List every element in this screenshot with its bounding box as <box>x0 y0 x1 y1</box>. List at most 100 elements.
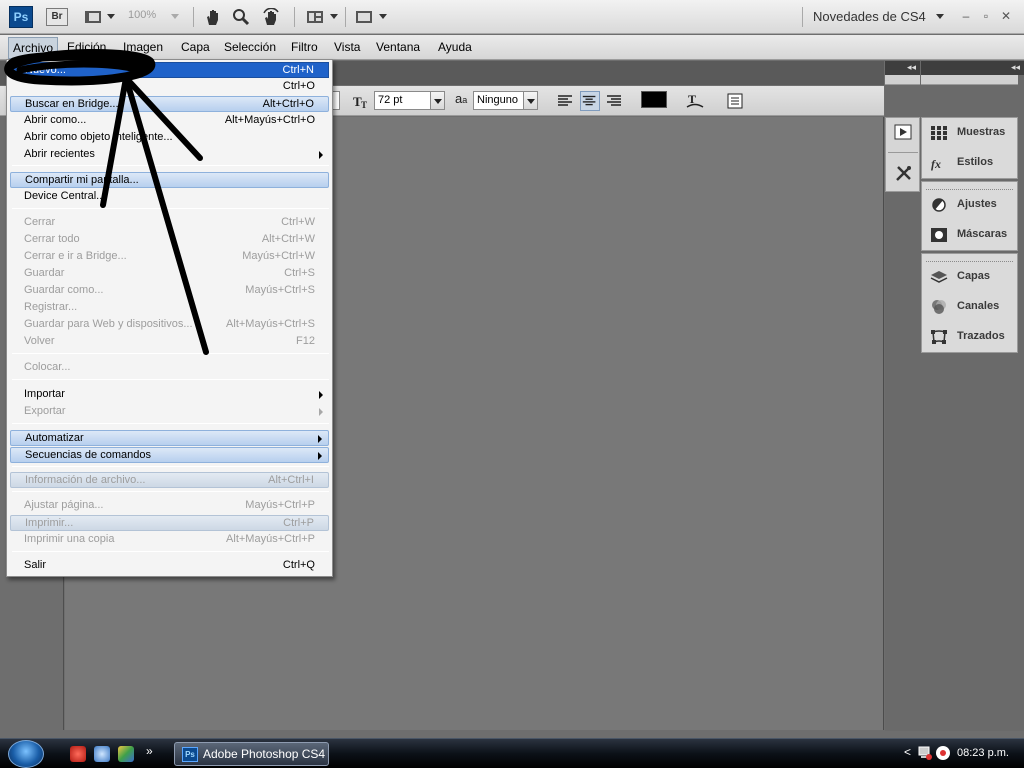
panel-trazados[interactable]: Trazados <box>922 322 1017 352</box>
arrange-dropdown-icon[interactable] <box>330 14 338 19</box>
menu-item-device-central[interactable]: Device Central... <box>10 189 329 205</box>
menu-item-cerrar-e-ir-a-bridge[interactable]: Cerrar e ir a Bridge... Mayús+Ctrl+W <box>10 249 329 265</box>
antialias-field[interactable]: Ninguno <box>473 91 524 110</box>
menu-item-ajustar-pagina[interactable]: Ajustar página... Mayús+Ctrl+P <box>10 498 329 514</box>
menu-item-abrir-como[interactable]: Abrir como... Alt+Mayús+Ctrl+O <box>10 113 329 129</box>
launch-bridge-button[interactable]: Br <box>46 8 68 26</box>
volume-icon[interactable] <box>935 745 951 761</box>
rotate-view-tool-icon[interactable] <box>262 8 280 26</box>
menu-item-colocar[interactable]: Colocar... <box>10 360 329 376</box>
taskbar-clock[interactable]: 08:23 p.m. <box>957 747 1009 759</box>
menu-filtro[interactable]: Filtro <box>291 40 318 54</box>
menu-item-abrir-recientes[interactable]: Abrir recientes <box>10 147 329 163</box>
panel-label: Canales <box>957 300 1000 312</box>
submenu-arrow-icon <box>319 391 323 399</box>
submenu-arrow-icon <box>318 452 322 460</box>
separator <box>12 165 329 166</box>
menu-item-buscar-en-bridge[interactable]: Buscar en Bridge... Alt+Ctrl+O <box>10 96 329 112</box>
layers-icon <box>930 271 948 283</box>
menu-item-imprimir-una-copia[interactable]: Imprimir una copia Alt+Mayús+Ctrl+P <box>10 532 329 548</box>
hand-tool-icon[interactable] <box>204 8 222 26</box>
arrange-documents-icon[interactable] <box>306 8 324 26</box>
menu-item-automatizar[interactable]: Automatizar <box>10 430 329 446</box>
menu-item-imprimir[interactable]: Imprimir... Ctrl+P <box>10 515 329 531</box>
menu-item-registrar[interactable]: Registrar... <box>10 300 329 316</box>
menu-item-compartir-mi-pantalla[interactable]: Compartir mi pantalla... <box>10 172 329 188</box>
align-left-icon[interactable] <box>556 91 576 111</box>
menu-bar: Archivo Edición Imagen Capa Selección Fi… <box>0 35 1024 60</box>
adjustments-icon <box>932 198 946 212</box>
workspace-dropdown-icon[interactable] <box>936 14 944 19</box>
close-button[interactable]: ✕ <box>998 9 1014 23</box>
menu-imagen[interactable]: Imagen <box>123 40 163 54</box>
menu-archivo[interactable]: Archivo <box>8 37 59 59</box>
menu-item-nuevo[interactable]: Nuevo... Ctrl+N <box>10 62 329 78</box>
screen-mode-icon[interactable] <box>355 8 373 26</box>
menu-item-informacion-de-archivo[interactable]: Información de archivo... Alt+Ctrl+I <box>10 472 329 488</box>
menu-item-cerrar[interactable]: Cerrar Ctrl+W <box>10 215 329 231</box>
masks-icon <box>931 228 947 242</box>
menu-item-abrir-como-objeto-inteligente[interactable]: Abrir como objeto inteligente... <box>10 130 329 146</box>
panel-muestras[interactable]: Muestras <box>922 118 1017 148</box>
separator <box>12 491 329 492</box>
panel-capas[interactable]: Capas <box>922 262 1017 292</box>
warp-text-icon[interactable]: T <box>685 91 705 111</box>
menu-item-importar[interactable]: Importar <box>10 387 329 403</box>
start-button[interactable] <box>8 740 44 768</box>
menu-item-salir[interactable]: Salir Ctrl+Q <box>10 558 329 574</box>
quick-launch-overflow-icon[interactable]: » <box>146 744 153 758</box>
menu-item-guardar-para-web[interactable]: Guardar para Web y dispositivos... Alt+Ma… <box>10 317 329 333</box>
photoshop-logo[interactable]: Ps <box>9 6 33 28</box>
taskbar-photoshop-button[interactable]: Ps Adobe Photoshop CS4 <box>174 742 329 766</box>
menu-item-volver[interactable]: Volver F12 <box>10 334 329 350</box>
character-panel-icon[interactable] <box>725 91 745 111</box>
menu-item-secuencias-de-comandos[interactable]: Secuencias de comandos <box>10 447 329 463</box>
separator <box>12 423 329 424</box>
archivo-dropdown-menu: Nuevo... Ctrl+N Ctrl+O Buscar en Bridge..… <box>6 59 333 577</box>
workspace-switcher[interactable]: Novedades de CS4 <box>813 9 926 24</box>
menu-ventana[interactable]: Ventana <box>376 40 420 54</box>
separator <box>12 379 329 380</box>
menu-item-exportar[interactable]: Exportar <box>10 404 329 420</box>
network-icon[interactable] <box>917 745 933 761</box>
font-size-field[interactable]: 72 pt <box>374 91 431 110</box>
view-extras-dropdown-icon[interactable] <box>107 14 115 19</box>
zoom-tool-icon[interactable] <box>232 8 250 26</box>
align-right-icon[interactable] <box>605 91 625 111</box>
svg-text:fx: fx <box>931 157 941 171</box>
minimize-button[interactable]: – <box>958 9 974 23</box>
menu-seleccion[interactable]: Selección <box>224 40 276 54</box>
quick-launch-icon[interactable] <box>70 746 86 762</box>
separator <box>294 7 295 27</box>
zoom-dropdown-icon[interactable] <box>171 14 179 19</box>
actions-panel-icon[interactable] <box>894 124 912 140</box>
menu-item-guardar-como[interactable]: Guardar como... Mayús+Ctrl+S <box>10 283 329 299</box>
dock-grip[interactable] <box>921 75 1018 85</box>
text-color-swatch[interactable] <box>641 91 667 108</box>
menu-ayuda[interactable]: Ayuda <box>438 40 472 54</box>
restore-button[interactable]: ▫ <box>978 9 994 23</box>
panel-canales[interactable]: Canales <box>922 292 1017 322</box>
view-extras-icon[interactable] <box>84 8 102 26</box>
tool-presets-icon[interactable] <box>894 163 914 183</box>
quick-launch-icon[interactable] <box>94 746 110 762</box>
show-hidden-icons-icon[interactable]: < <box>904 745 911 759</box>
panel-mascaras[interactable]: Máscaras <box>922 220 1017 250</box>
screen-mode-dropdown-icon[interactable] <box>379 14 387 19</box>
panel-ajustes[interactable]: Ajustes <box>922 190 1017 220</box>
collapse-panels-arrow-icon[interactable]: ◂◂ <box>1011 62 1020 73</box>
dock-grip[interactable] <box>885 75 920 85</box>
collapse-icons-arrow-icon[interactable]: ◂◂ <box>907 62 916 73</box>
antialias-dropdown-button[interactable] <box>523 91 538 110</box>
font-size-dropdown-button[interactable] <box>430 91 445 110</box>
menu-item-abrir[interactable]: Ctrl+O <box>10 79 329 95</box>
menu-vista[interactable]: Vista <box>334 40 360 54</box>
menu-capa[interactable]: Capa <box>181 40 210 54</box>
menu-item-cerrar-todo[interactable]: Cerrar todo Alt+Ctrl+W <box>10 232 329 248</box>
align-center-icon[interactable] <box>580 91 600 111</box>
quick-launch-icon[interactable] <box>118 746 134 762</box>
menu-item-guardar[interactable]: Guardar Ctrl+S <box>10 266 329 282</box>
submenu-arrow-icon <box>319 408 323 416</box>
menu-edicion[interactable]: Edición <box>67 40 106 54</box>
panel-estilos[interactable]: fx Estilos <box>922 148 1017 178</box>
